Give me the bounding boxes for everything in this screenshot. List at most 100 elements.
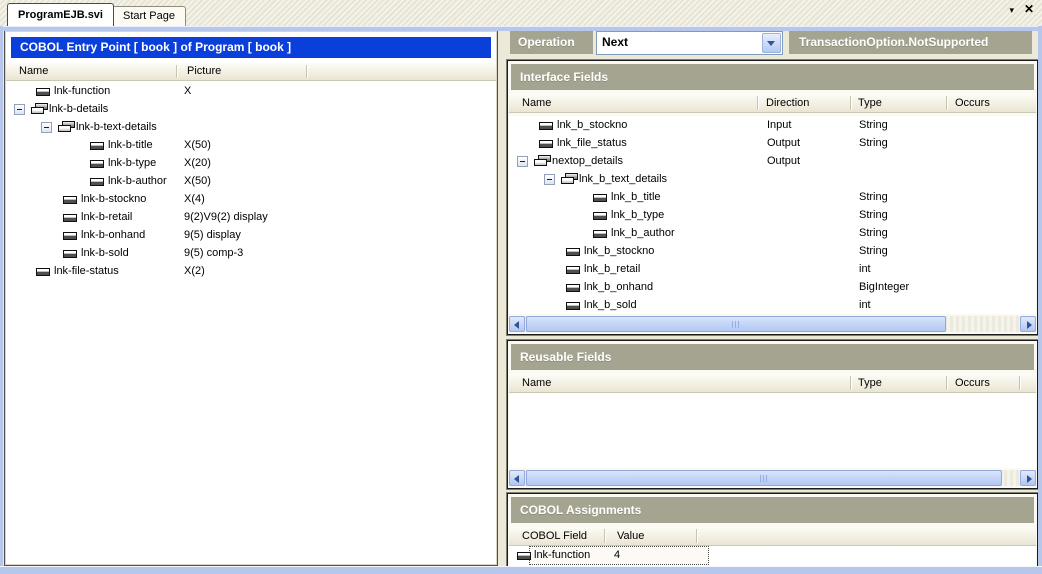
tree-row-lnk_b_stockno[interactable]: lnk_b_stocknoString <box>509 242 1036 260</box>
item-name: lnk-b-text-details <box>76 118 157 136</box>
cell-picture: 9(5) display <box>184 226 241 244</box>
column-header-occurs[interactable]: Occurs <box>955 374 990 392</box>
field-icon <box>90 160 104 168</box>
tree-row-lnk_b_text_details[interactable]: lnk_b_text_details <box>509 170 1036 188</box>
cell-direction: Output <box>767 152 800 170</box>
tree-row-lnk_b_onhand[interactable]: lnk_b_onhandBigInteger <box>509 278 1036 296</box>
column-separator[interactable] <box>604 529 606 543</box>
cell-picture: X(20) <box>184 154 211 172</box>
field-icon <box>566 266 580 274</box>
cell-type: int <box>859 296 871 314</box>
field-icon <box>90 178 104 186</box>
tree-row-lnk-b-text-details[interactable]: lnk-b-text-details <box>6 118 496 136</box>
item-name: lnk_b_author <box>611 224 675 242</box>
column-header-name[interactable]: Name <box>522 374 551 392</box>
tree-row-lnk_b_sold[interactable]: lnk_b_soldint <box>509 296 1036 314</box>
combo-dropdown-button[interactable] <box>762 33 781 53</box>
tree-collapse-icon[interactable] <box>14 104 25 115</box>
field-icon <box>593 212 607 220</box>
cobol-assignments-column-header: COBOL Field Value <box>509 527 1036 546</box>
field-icon <box>593 230 607 238</box>
item-name: lnk-b-onhand <box>81 226 145 244</box>
column-separator[interactable] <box>696 529 698 543</box>
tree-collapse-icon[interactable] <box>41 122 52 133</box>
operation-select[interactable]: Next <box>596 31 783 55</box>
group-icon <box>31 103 48 115</box>
field-icon <box>517 552 531 560</box>
field-icon <box>90 142 104 150</box>
tree-row-lnk-b-stockno[interactable]: lnk-b-stocknoX(4) <box>6 190 496 208</box>
column-separator[interactable] <box>946 96 948 110</box>
cobol-assignments-title: COBOL Assignments <box>511 497 1034 523</box>
column-separator[interactable] <box>850 96 852 110</box>
column-header-type[interactable]: Type <box>858 94 882 112</box>
tab-programejb-svi[interactable]: ProgramEJB.svi <box>7 3 114 26</box>
tab-list-dropdown-icon[interactable]: ▾ <box>1009 3 1014 17</box>
tree-row-nextop_details[interactable]: nextop_detailsOutput <box>509 152 1036 170</box>
reusable-fields-hscrollbar[interactable] <box>509 470 1036 486</box>
tree-row-lnk-b-details[interactable]: lnk-b-details <box>6 100 496 118</box>
cell-type: String <box>859 242 888 260</box>
tree-row-lnk-b-type[interactable]: lnk-b-typeX(20) <box>6 154 496 172</box>
assignment-value[interactable]: 4 <box>614 546 620 564</box>
chevron-down-icon <box>767 41 775 46</box>
column-header-picture[interactable]: Picture <box>187 63 221 80</box>
close-icon[interactable]: ✕ <box>1024 3 1034 17</box>
field-icon <box>593 194 607 202</box>
column-separator[interactable] <box>850 376 852 390</box>
group-icon <box>561 173 578 185</box>
tree-row-lnk_b_type[interactable]: lnk_b_typeString <box>509 206 1036 224</box>
scrollbar-thumb[interactable] <box>526 470 1002 486</box>
tree-collapse-icon[interactable] <box>544 174 555 185</box>
tree-row-lnk_b_author[interactable]: lnk_b_author String <box>509 224 1036 242</box>
item-name: lnk_b_text_details <box>579 170 667 188</box>
tree-row-lnk_b_stockno[interactable]: lnk_b_stocknoInputString <box>509 116 1036 134</box>
cell-picture: X <box>184 82 191 100</box>
tree-row-lnk_b_title[interactable]: lnk_b_titleString <box>509 188 1036 206</box>
column-separator[interactable] <box>946 376 948 390</box>
tree-row-lnk-b-onhand[interactable]: lnk-b-onhand 9(5) display <box>6 226 496 244</box>
item-name: lnk_b_title <box>611 188 661 206</box>
item-name: lnk_b_onhand <box>584 278 653 296</box>
item-name: lnk_file_status <box>557 134 627 152</box>
tree-row-lnk_b_retail[interactable]: lnk_b_retailint <box>509 260 1036 278</box>
column-separator[interactable] <box>1019 376 1021 390</box>
tree-row-lnk-b-retail[interactable]: lnk-b-retail9(2)V9(2) display <box>6 208 496 226</box>
column-separator[interactable] <box>176 65 178 78</box>
scroll-left-icon[interactable] <box>509 470 525 486</box>
column-separator[interactable] <box>306 65 308 78</box>
field-icon <box>63 196 77 204</box>
field-icon <box>566 284 580 292</box>
column-header-value[interactable]: Value <box>617 527 644 545</box>
tree-collapse-icon[interactable] <box>517 156 528 167</box>
tree-row-lnk-b-title[interactable]: lnk-b-titleX(50) <box>6 136 496 154</box>
scroll-left-icon[interactable] <box>509 316 525 332</box>
column-header-occurs[interactable]: Occurs <box>955 94 990 112</box>
column-header-cobol-field[interactable]: COBOL Field <box>522 527 587 545</box>
column-header-name[interactable]: Name <box>522 94 551 112</box>
column-header-name[interactable]: Name <box>19 63 48 80</box>
tab-start-page[interactable]: Start Page <box>112 6 186 26</box>
column-separator[interactable] <box>757 96 759 110</box>
interface-fields-hscrollbar[interactable] <box>509 316 1036 332</box>
assignment-row-lnk-function[interactable]: lnk-function 4 <box>509 546 1036 564</box>
transaction-option-label: TransactionOption.NotSupported <box>789 30 1032 54</box>
field-icon <box>539 122 553 130</box>
assignment-field-name: lnk-function <box>534 546 590 564</box>
scroll-right-icon[interactable] <box>1020 316 1036 332</box>
scrollbar-thumb[interactable] <box>526 316 946 332</box>
scroll-right-icon[interactable] <box>1020 470 1036 486</box>
tree-row-lnk_file_status[interactable]: lnk_file_statusOutputString <box>509 134 1036 152</box>
cell-direction: Input <box>767 116 791 134</box>
interface-fields-title: Interface Fields <box>511 64 1034 90</box>
item-name: lnk_b_retail <box>584 260 640 278</box>
tree-row-lnk-function[interactable]: lnk-functionX <box>6 82 496 100</box>
tree-row-lnk-b-author[interactable]: lnk-b-authorX(50) <box>6 172 496 190</box>
tree-row-lnk-b-sold[interactable]: lnk-b-sold9(5) comp-3 <box>6 244 496 262</box>
tree-row-lnk-file-status[interactable]: lnk-file-statusX(2) <box>6 262 496 280</box>
cell-type: String <box>859 224 888 242</box>
field-icon <box>63 232 77 240</box>
item-name: lnk-b-author <box>108 172 167 190</box>
column-header-type[interactable]: Type <box>858 374 882 392</box>
column-header-direction[interactable]: Direction <box>766 94 809 112</box>
